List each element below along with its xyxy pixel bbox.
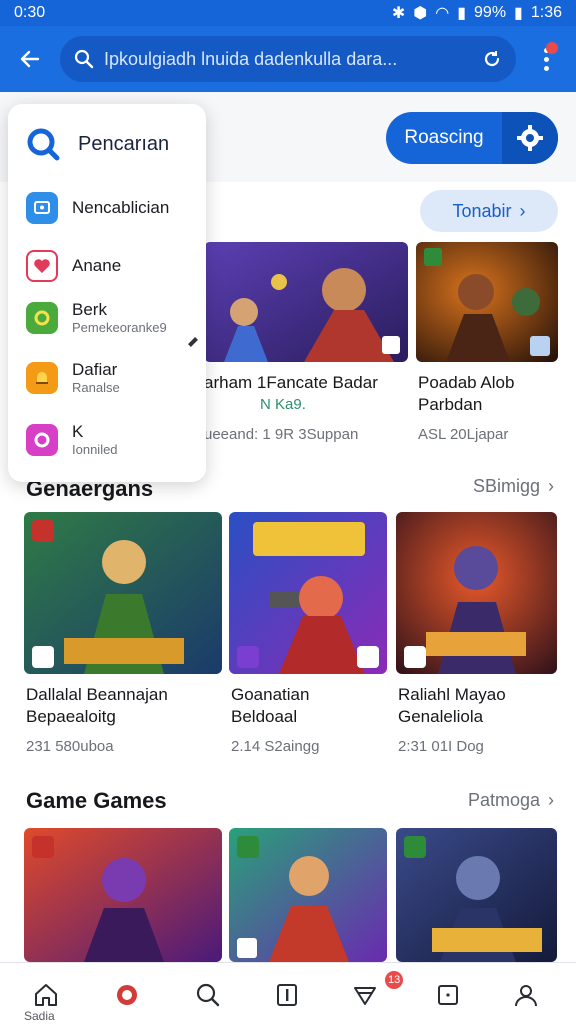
menu-item-4[interactable]: Dafiar Ranalse	[26, 360, 202, 395]
search-dropdown-menu: Pencarıan Nencablician Anane Berk Pemeke…	[8, 104, 206, 482]
bell-icon	[26, 361, 58, 394]
bottom-navigation: Sadia 13	[0, 962, 576, 1024]
see-more-button[interactable]: Tonabir ›	[420, 190, 558, 232]
status-time: 0:30	[14, 4, 46, 21]
notification-dot	[546, 42, 558, 54]
menu-item-2[interactable]: Anane	[26, 250, 202, 282]
wifi-icon: ◠	[435, 5, 450, 22]
see-more-link[interactable]: SBimigg ›	[473, 476, 554, 497]
reload-icon[interactable]	[482, 49, 502, 69]
menu-item-label: Anane	[72, 256, 122, 275]
game-meta: 231 580uboa	[26, 738, 114, 755]
game-rating: N Ka9.	[260, 396, 306, 413]
game-title: Dallalal Beannajan Bepaealoitg	[26, 685, 168, 726]
games-section: Genaergans SBimigg › Dallalal Beannajan …	[0, 472, 576, 772]
signal-icon: ▮	[457, 5, 467, 22]
top-app-bar: Ipkoulgiadh lnuida dadenkulla dara...	[0, 26, 576, 92]
pencil-icon	[188, 337, 198, 347]
menu-item-label: Nencablician	[72, 198, 170, 217]
menu-item-label: K	[72, 422, 84, 441]
menu-item-label: Dafiar	[72, 360, 118, 379]
game-meta: 2.14 S2aingg	[231, 738, 320, 755]
see-more-link[interactable]: Patmoga ›	[468, 790, 554, 811]
nav-apps[interactable]	[428, 975, 468, 1015]
menu-item-sublabel: Pemekeoranke9	[72, 320, 167, 335]
search-icon	[27, 128, 60, 161]
menu-header-label: Pencarıan	[78, 132, 170, 155]
status-clock: 1:36	[530, 4, 562, 21]
see-more-label: SBimigg	[472, 476, 540, 496]
nav-search[interactable]	[188, 975, 228, 1015]
game-thumbnail[interactable]	[396, 828, 557, 962]
nav-profile[interactable]	[506, 975, 546, 1015]
section-title: Game Games	[26, 788, 167, 813]
menu-item-label: Berk	[72, 300, 107, 319]
screen-icon	[26, 192, 58, 224]
shield-icon: ⬢	[413, 5, 428, 22]
menu-header[interactable]: Pencarıan	[26, 124, 196, 164]
game-title: Raliahl Mayao Genaleliola	[398, 685, 506, 726]
menu-item-sublabel: Ionniled	[72, 442, 118, 457]
chat-icon	[26, 423, 58, 456]
game-meta: 2:31 01I Dog	[398, 738, 484, 755]
game-meta: ueeand: 1 9R 3Suppan	[204, 426, 359, 443]
book-icon	[277, 984, 297, 1006]
nav-live[interactable]	[107, 975, 147, 1015]
see-more-label: Tonabir	[452, 200, 512, 221]
user-icon	[515, 985, 537, 1007]
gear-icon[interactable]	[502, 112, 558, 164]
category-button-label: Roascing	[404, 127, 484, 148]
notification-badge: 13	[385, 971, 404, 989]
menu-item-5[interactable]: K Ionniled	[26, 422, 202, 457]
arrow-left-icon	[20, 50, 40, 68]
game-thumbnail[interactable]	[396, 512, 557, 674]
chevron-right-icon: ›	[548, 476, 554, 496]
category-button[interactable]: Roascing	[386, 112, 558, 164]
home-icon	[35, 984, 57, 1006]
search-text: Ipkoulgiadh lnuida dadenkulla dara...	[104, 48, 398, 69]
heart-icon	[26, 250, 58, 282]
battery-icon: ▮	[514, 5, 523, 22]
see-more-label: Patmoga	[467, 790, 540, 810]
game-thumbnail[interactable]	[416, 242, 558, 362]
chevron-right-icon: ›	[519, 200, 526, 221]
game-games-section: Game Games Patmoga ›	[0, 772, 576, 962]
search-input[interactable]: Ipkoulgiadh lnuida dadenkulla dara...	[60, 36, 516, 82]
game-meta: ASL 20Ljapar	[418, 426, 509, 443]
menu-item-3[interactable]: Berk Pemekeoranke9	[26, 300, 202, 335]
battery-percent: 99%	[474, 4, 507, 21]
menu-item-1[interactable]: Nencablician	[26, 192, 202, 224]
status-icons: ✱ ⬢ ◠ ▮ 99% ▮ 1:36	[392, 3, 562, 23]
game-title: Goanatian Beldoaal	[231, 685, 310, 726]
game-thumbnail[interactable]	[229, 828, 387, 962]
status-bar: 0:30 ✱ ⬢ ◠ ▮ 99% ▮ 1:36	[0, 0, 576, 26]
refresh-icon	[26, 301, 58, 334]
download-icon	[354, 987, 376, 1005]
game-title: Poadab Alob Parbdan	[418, 373, 515, 414]
menu-item-sublabel: Ranalse	[72, 380, 120, 395]
nav-home-label: Sadia	[24, 1009, 55, 1023]
game-thumbnail[interactable]	[24, 828, 222, 962]
game-thumbnail[interactable]	[204, 242, 408, 362]
game-thumbnail[interactable]	[229, 512, 387, 674]
back-button[interactable]	[0, 26, 60, 92]
nav-library[interactable]	[267, 975, 307, 1015]
search-icon	[196, 983, 220, 1007]
chevron-right-icon: ›	[548, 790, 554, 810]
game-thumbnail[interactable]	[24, 512, 222, 674]
search-icon	[74, 49, 94, 69]
nav-downloads[interactable]	[345, 975, 385, 1015]
record-icon	[117, 985, 137, 1005]
game-title: arham 1Fancate Badar	[204, 373, 378, 392]
bluetooth-icon: ✱	[391, 5, 406, 22]
app-screen: 0:30 ✱ ⬢ ◠ ▮ 99% ▮ 1:36 Ipkoulgiadh lnui…	[0, 0, 576, 1024]
square-icon	[438, 985, 458, 1005]
